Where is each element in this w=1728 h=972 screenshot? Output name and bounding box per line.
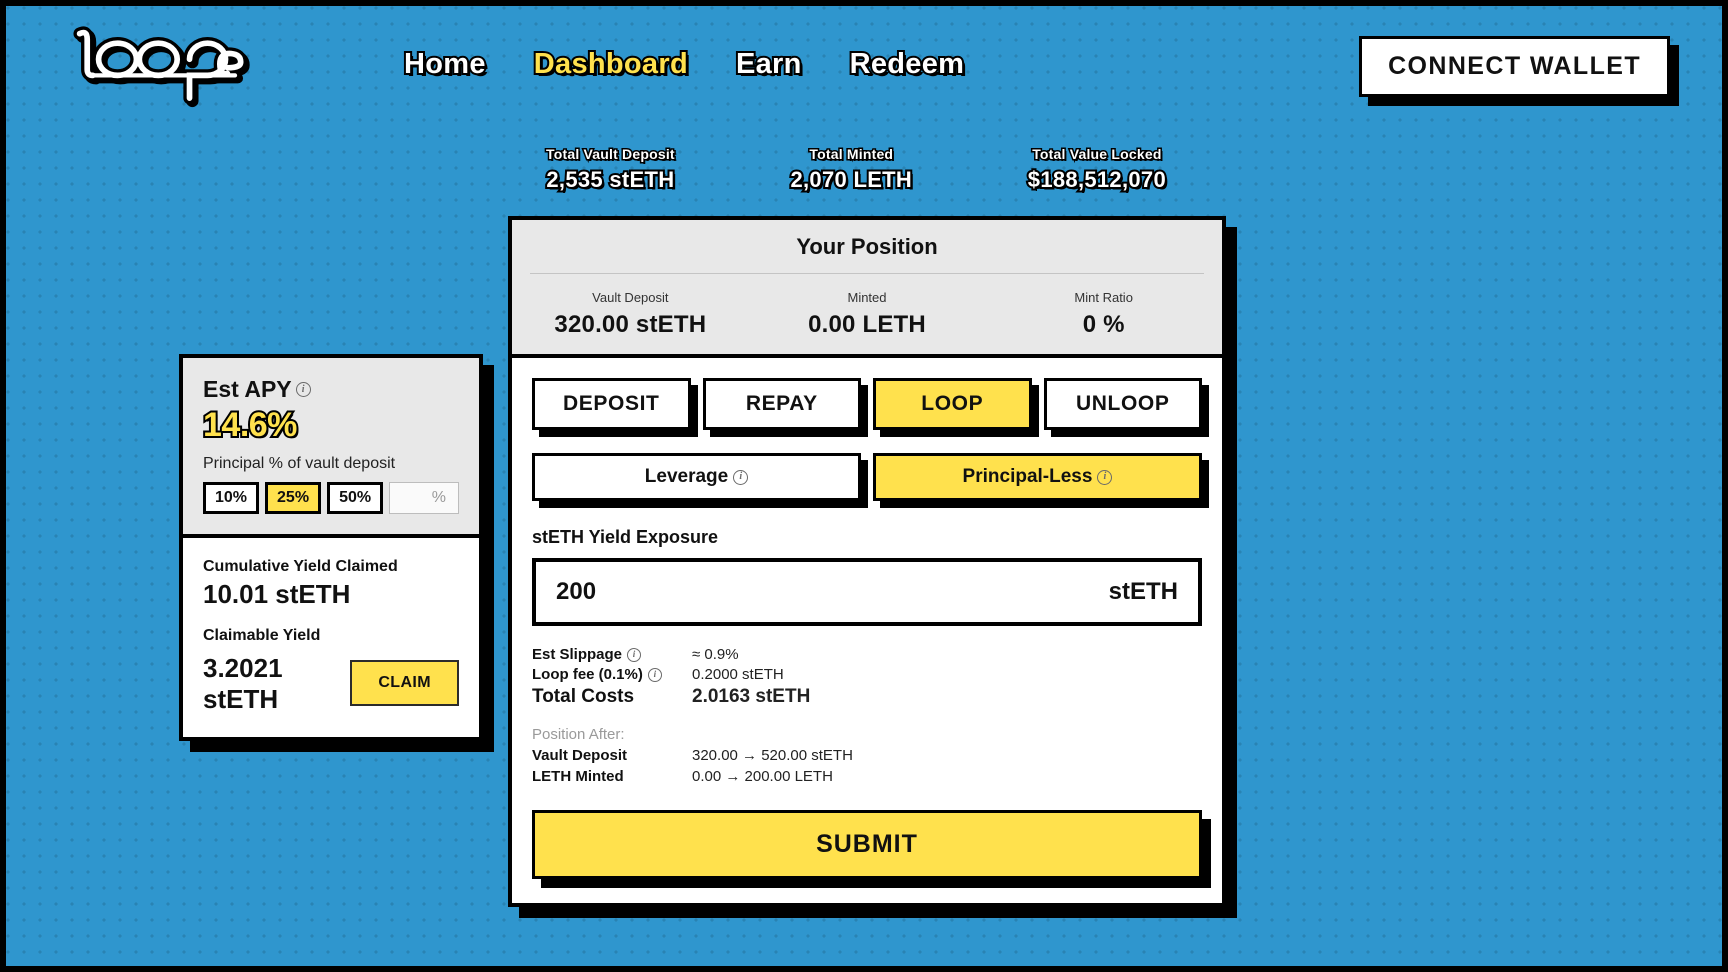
- detail-label: Total Costs: [532, 686, 635, 707]
- after-value: 0.00 → 200.00 LETH: [692, 768, 833, 785]
- est-apy-card: Est APY i 14.6% Principal % of vault dep…: [179, 354, 483, 540]
- amount-field-label: stETH Yield Exposure: [532, 527, 719, 547]
- position-label: Vault Deposit: [592, 290, 669, 305]
- detail-key: Est Slippage i: [532, 646, 692, 663]
- stat-label: Total Vault Deposit: [545, 145, 677, 164]
- your-position-card: Your Position Vault Deposit 320.00 stETH…: [508, 216, 1226, 365]
- amount-input[interactable]: 200 stETH: [532, 558, 1202, 626]
- est-apy-header: Est APY i: [203, 376, 459, 403]
- position-after-label: Position After:: [532, 726, 625, 743]
- info-icon[interactable]: i: [627, 647, 642, 662]
- looper-logo[interactable]: [68, 26, 258, 108]
- principal-percent-options: 10% 25% 50% %: [203, 482, 459, 514]
- after-key: LETH Minted: [532, 768, 624, 785]
- connect-wallet-button[interactable]: CONNECT WALLET: [1359, 36, 1670, 97]
- detail-est-slippage: Est Slippage i ≈ 0.9%: [532, 646, 1202, 663]
- amount-input-unit: stETH: [1108, 578, 1178, 605]
- position-vault-deposit: Vault Deposit 320.00 stETH: [512, 290, 749, 339]
- position-label: Mint Ratio: [1074, 290, 1133, 305]
- action-panel: DEPOSIT REPAY LOOP UNLOOP Leverage i Pri…: [508, 354, 1226, 907]
- action-tabs: DEPOSIT REPAY LOOP UNLOOP: [532, 378, 1202, 430]
- position-value: 0.00 LETH: [808, 311, 926, 338]
- tab-loop[interactable]: LOOP: [873, 378, 1032, 430]
- stat-total-minted: Total Minted 2,070 LETH: [788, 145, 913, 195]
- after-key: Vault Deposit: [532, 747, 628, 764]
- claim-button[interactable]: CLAIM: [350, 659, 459, 706]
- stat-label: Total Value Locked: [1031, 145, 1163, 164]
- your-position-title: Your Position: [796, 234, 938, 259]
- detail-key: Loop fee (0.1%) i: [532, 666, 692, 683]
- nav-item-redeem[interactable]: Redeem: [848, 46, 966, 82]
- mode-leverage-label: Leverage: [644, 466, 729, 487]
- principal-chip-25[interactable]: 25%: [265, 482, 322, 514]
- mode-principal-less[interactable]: Principal-Less i: [873, 453, 1202, 501]
- detail-total-costs: Total Costs 2.0163 stETH: [532, 686, 1202, 708]
- claimable-yield-value: 3.2021 stETH: [203, 653, 283, 714]
- stat-value: 2,070 LETH: [788, 165, 913, 194]
- info-icon[interactable]: i: [733, 469, 749, 485]
- nav-item-dashboard[interactable]: Dashboard: [532, 46, 690, 82]
- cost-details: Est Slippage i ≈ 0.9% Loop fee (0.1%) i …: [532, 646, 1202, 708]
- position-label: Minted: [847, 290, 887, 305]
- position-after-vault-deposit: Vault Deposit 320.00 → 520.00 stETH: [532, 747, 1202, 764]
- mode-toggle: Leverage i Principal-Less i: [532, 453, 1202, 501]
- position-value: 0 %: [1082, 311, 1125, 338]
- principal-custom-input[interactable]: %: [389, 482, 459, 514]
- info-icon[interactable]: i: [647, 667, 662, 682]
- amount-input-value: 200: [556, 578, 597, 605]
- global-stats: Total Vault Deposit 2,535 stETH Total Mi…: [544, 145, 1168, 195]
- info-icon[interactable]: i: [1097, 469, 1113, 485]
- detail-value: 2.0163 stETH: [692, 686, 811, 707]
- stat-total-value-locked: Total Value Locked $188,512,070: [1026, 145, 1168, 195]
- detail-label: Est Slippage: [532, 646, 623, 663]
- detail-value: 0.2000 stETH: [692, 666, 784, 683]
- principal-chip-10[interactable]: 10%: [203, 482, 260, 514]
- nav-item-earn[interactable]: Earn: [734, 46, 803, 82]
- stat-value: 2,535 stETH: [544, 165, 676, 194]
- stat-total-vault-deposit: Total Vault Deposit 2,535 stETH: [544, 145, 677, 195]
- est-apy-value: 14.6%: [201, 404, 299, 446]
- detail-label: Loop fee (0.1%): [532, 666, 643, 683]
- position-value: 320.00 stETH: [554, 311, 707, 338]
- claimable-yield-label: Claimable Yield: [203, 627, 321, 644]
- detail-loop-fee: Loop fee (0.1%) i 0.2000 stETH: [532, 666, 1202, 683]
- site-header: Home Dashboard Earn Redeem CONNECT WALLE…: [6, 6, 1722, 118]
- position-mint-ratio: Mint Ratio 0 %: [985, 290, 1222, 339]
- mode-leverage[interactable]: Leverage i: [532, 453, 861, 501]
- after-value: 320.00 → 520.00 stETH: [692, 747, 853, 764]
- est-apy-title: Est APY: [203, 376, 292, 402]
- principal-percent-label: Principal % of vault deposit: [203, 455, 396, 472]
- stat-label: Total Minted: [808, 145, 895, 164]
- tab-repay[interactable]: REPAY: [702, 378, 861, 430]
- mode-principal-less-label: Principal-Less: [962, 466, 1093, 487]
- principal-chip-50[interactable]: 50%: [327, 482, 384, 514]
- cumulative-yield-value: 10.01 stETH: [203, 579, 351, 609]
- detail-key: Total Costs: [532, 686, 692, 708]
- submit-button[interactable]: SUBMIT: [532, 810, 1202, 879]
- tab-deposit[interactable]: DEPOSIT: [532, 378, 691, 430]
- position-minted: Minted 0.00 LETH: [749, 290, 986, 339]
- detail-value: ≈ 0.9%: [692, 646, 739, 663]
- stat-value: $188,512,070: [1026, 165, 1168, 194]
- info-icon[interactable]: i: [295, 382, 311, 397]
- yield-card: Cumulative Yield Claimed 10.01 stETH Cla…: [179, 534, 483, 741]
- nav-item-home[interactable]: Home: [402, 46, 487, 82]
- position-after-leth-minted: LETH Minted 0.00 → 200.00 LETH: [532, 768, 1202, 785]
- tab-unloop[interactable]: UNLOOP: [1043, 378, 1202, 430]
- main-nav: Home Dashboard Earn Redeem: [402, 46, 966, 82]
- cumulative-yield-label: Cumulative Yield Claimed: [203, 558, 398, 575]
